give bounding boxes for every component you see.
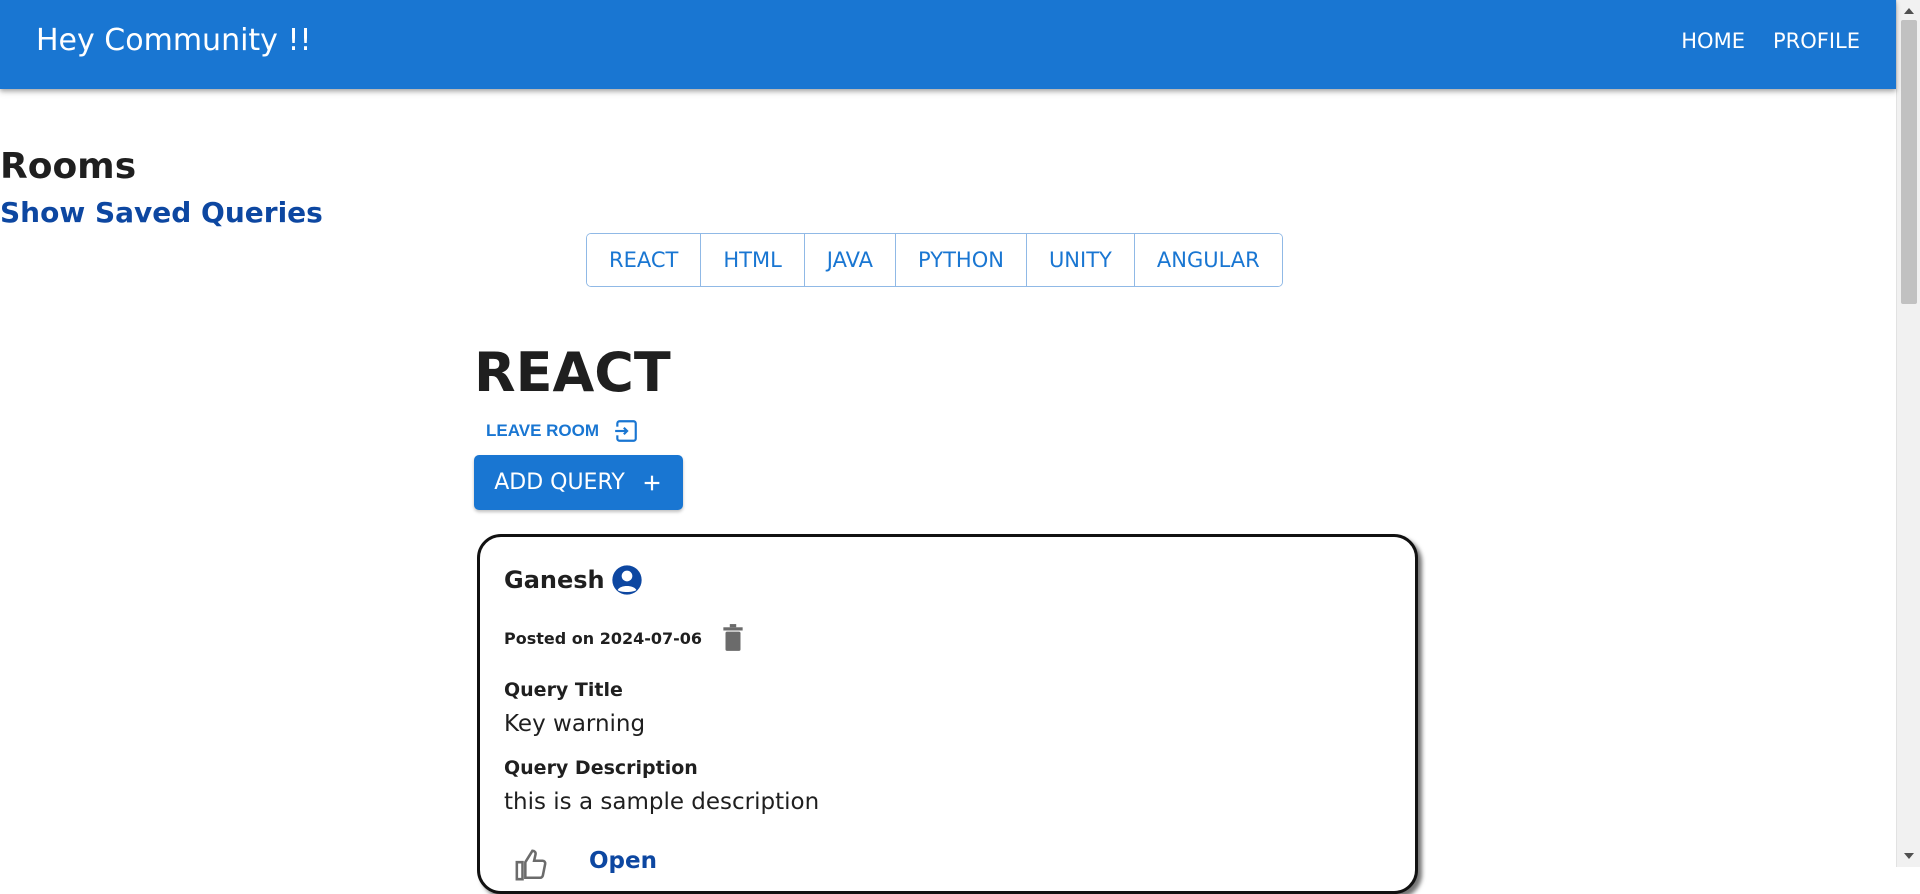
rooms-heading: Rooms	[0, 146, 137, 187]
scroll-down-arrow-icon[interactable]	[1904, 853, 1914, 859]
top-nav: HOME PROFILE	[1681, 24, 1860, 58]
nav-profile-button[interactable]: PROFILE	[1773, 24, 1860, 58]
add-query-label: ADD QUERY	[494, 470, 625, 495]
query-description-value: this is a sample description	[504, 789, 820, 815]
room-tab-html[interactable]: HTML	[701, 234, 805, 286]
room-title: REACT	[474, 341, 671, 404]
room-tab-angular[interactable]: ANGULAR	[1134, 234, 1282, 286]
app-bar: Hey Community !! HOME PROFILE	[0, 0, 1896, 89]
leave-room-button[interactable]: LEAVE ROOM	[476, 416, 649, 446]
logout-icon	[615, 420, 637, 442]
posted-row: Posted on 2024-07-06	[504, 623, 746, 653]
posted-date: Posted on 2024-07-06	[504, 628, 703, 648]
trash-icon[interactable]	[720, 623, 746, 653]
account-circle-icon	[611, 565, 642, 595]
leave-room-label: LEAVE ROOM	[486, 421, 600, 440]
room-tab-react[interactable]: REACT	[587, 234, 702, 286]
open-query-link[interactable]: Open	[589, 848, 657, 874]
vertical-scrollbar[interactable]	[1896, 0, 1920, 867]
room-tab-python[interactable]: PYTHON	[896, 234, 1027, 286]
thumb-up-icon[interactable]	[514, 848, 548, 882]
plus-icon	[644, 475, 660, 490]
query-title-value: Key warning	[504, 711, 646, 737]
query-card: Ganesh Posted on 2024-07-06 Query Title …	[477, 534, 1418, 894]
brand-title: Hey Community !!	[36, 23, 312, 58]
room-tab-java[interactable]: JAVA	[804, 234, 897, 286]
scroll-thumb[interactable]	[1901, 20, 1917, 304]
query-title-label: Query Title	[504, 679, 623, 701]
nav-home-button[interactable]: HOME	[1681, 24, 1745, 58]
author-name: Ganesh	[504, 566, 605, 594]
room-tab-unity[interactable]: UNITY	[1026, 234, 1135, 286]
author-row: Ganesh	[504, 564, 643, 596]
query-description-label: Query Description	[504, 757, 698, 779]
show-saved-queries-link[interactable]: Show Saved Queries	[0, 195, 323, 231]
add-query-button[interactable]: ADD QUERY	[474, 455, 683, 510]
scroll-up-arrow-icon[interactable]	[1904, 8, 1914, 14]
room-tabs: REACT HTML JAVA PYTHON UNITY ANGULAR	[586, 233, 1283, 287]
